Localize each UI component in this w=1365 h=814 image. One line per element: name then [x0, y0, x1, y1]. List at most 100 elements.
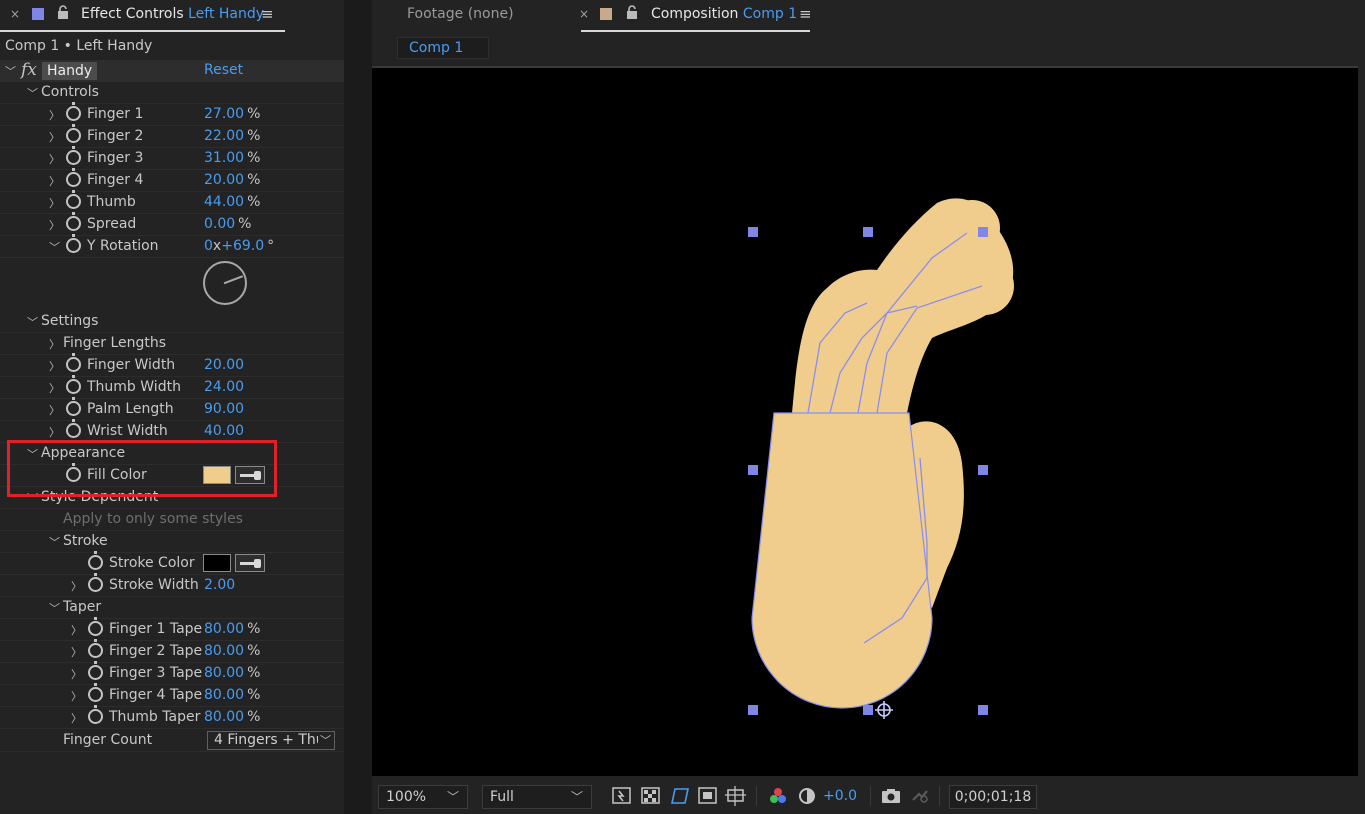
- twirl-chevron-icon[interactable]: 〉: [49, 217, 60, 233]
- stopwatch-icon[interactable]: [88, 661, 103, 680]
- group-finger-lengths[interactable]: 〉 Finger Lengths: [0, 333, 344, 355]
- fast-previews-icon[interactable]: [611, 786, 633, 806]
- param-value[interactable]: 44.00%: [204, 194, 260, 210]
- value-number[interactable]: 80.00: [204, 643, 244, 659]
- eyedropper-icon[interactable]: [235, 554, 265, 572]
- current-time-display[interactable]: 0;00;01;18: [949, 785, 1037, 809]
- exposure-value[interactable]: +0.0: [823, 788, 857, 804]
- param-value[interactable]: 0.00%: [204, 216, 251, 232]
- stopwatch-icon[interactable]: [66, 353, 81, 372]
- param-value[interactable]: 22.00%: [204, 128, 260, 144]
- stopwatch-icon[interactable]: [66, 146, 81, 165]
- twirl-chevron-icon[interactable]: 〉: [49, 380, 60, 396]
- eyedropper-icon[interactable]: [235, 466, 265, 484]
- twirl-chevron-icon[interactable]: 〉: [71, 710, 82, 726]
- stopwatch-icon[interactable]: [66, 463, 81, 482]
- twirl-chevron-icon[interactable]: 〉: [49, 129, 60, 145]
- twirl-chevron-icon[interactable]: ﹀: [27, 490, 38, 506]
- effect-name[interactable]: Handy: [42, 62, 98, 80]
- group-style-dependent[interactable]: ﹀ Style Dependent: [0, 487, 344, 509]
- twirl-chevron-icon[interactable]: ﹀: [27, 314, 38, 330]
- param-value[interactable]: 80.00%: [204, 643, 260, 659]
- param-value[interactable]: 24.00: [204, 379, 244, 395]
- twirl-chevron-icon[interactable]: 〉: [71, 622, 82, 638]
- stopwatch-icon[interactable]: [66, 419, 81, 438]
- twirl-chevron-icon[interactable]: ﹀: [27, 85, 38, 101]
- value-number[interactable]: 22.00: [204, 128, 244, 144]
- stopwatch-icon[interactable]: [88, 683, 103, 702]
- stopwatch-icon[interactable]: [66, 190, 81, 209]
- param-value[interactable]: 90.00: [204, 401, 244, 417]
- twirl-chevron-icon[interactable]: ﹀: [49, 600, 60, 616]
- param-value[interactable]: 80.00%: [204, 665, 260, 681]
- stopwatch-icon[interactable]: [66, 168, 81, 187]
- rotation-value[interactable]: 0x+69.0 °: [204, 238, 274, 254]
- value-number[interactable]: 80.00: [204, 621, 244, 637]
- twirl-chevron-icon[interactable]: ﹀: [49, 239, 60, 255]
- twirl-chevron-icon[interactable]: 〉: [49, 107, 60, 123]
- close-icon[interactable]: ×: [10, 7, 20, 21]
- twirl-chevron-icon[interactable]: 〉: [71, 666, 82, 682]
- value-number[interactable]: 80.00: [204, 687, 244, 703]
- finger-count-dropdown[interactable]: 4 Fingers + Thu ﹀: [207, 731, 335, 750]
- group-settings[interactable]: ﹀ Settings: [0, 311, 344, 333]
- value-number[interactable]: 44.00: [204, 194, 244, 210]
- tab-composition[interactable]: Composition Comp 1: [651, 6, 797, 22]
- param-value[interactable]: 20.00: [204, 357, 244, 373]
- twirl-chevron-icon[interactable]: 〉: [49, 173, 60, 189]
- transparency-grid-icon[interactable]: [640, 786, 662, 806]
- stopwatch-icon[interactable]: [88, 573, 103, 592]
- panel-menu-icon[interactable]: ≡: [261, 5, 274, 23]
- twirl-chevron-icon[interactable]: 〉: [71, 688, 82, 704]
- param-value[interactable]: 20.00%: [204, 172, 260, 188]
- value-number[interactable]: 31.00: [204, 150, 244, 166]
- group-stroke[interactable]: ﹀ Stroke: [0, 531, 344, 553]
- composition-viewer[interactable]: [372, 66, 1358, 776]
- value-number[interactable]: 27.00: [204, 106, 244, 122]
- stroke-color-swatch[interactable]: [203, 554, 231, 572]
- effect-controls-tab[interactable]: × Effect Controls Left Handy ≡: [0, 0, 344, 32]
- lock-icon[interactable]: [626, 5, 638, 22]
- param-value[interactable]: 80.00%: [204, 709, 260, 725]
- group-appearance[interactable]: ﹀ Appearance: [0, 443, 344, 465]
- twirl-chevron-icon[interactable]: 〉: [49, 358, 60, 374]
- param-value[interactable]: 31.00%: [204, 150, 260, 166]
- fx-toggle-icon[interactable]: fx: [21, 60, 37, 80]
- mask-visibility-icon[interactable]: [669, 786, 691, 806]
- twirl-chevron-icon[interactable]: 〉: [49, 402, 60, 418]
- rotation-dial[interactable]: [203, 261, 247, 305]
- param-value[interactable]: 80.00%: [204, 687, 260, 703]
- twirl-chevron-icon[interactable]: 〉: [49, 424, 60, 440]
- stopwatch-icon[interactable]: [66, 212, 81, 231]
- param-value[interactable]: 27.00%: [204, 106, 260, 122]
- guides-icon[interactable]: [725, 786, 747, 806]
- fill-color-swatch[interactable]: [203, 466, 231, 484]
- value-number[interactable]: 0.00: [204, 216, 235, 232]
- show-snapshot-icon[interactable]: [909, 786, 931, 806]
- close-icon[interactable]: ×: [579, 7, 589, 21]
- panel-divider[interactable]: [344, 0, 372, 814]
- stopwatch-icon[interactable]: [88, 551, 103, 570]
- panel-menu-icon[interactable]: ≡: [799, 5, 812, 23]
- color-channels-icon[interactable]: [767, 786, 789, 806]
- stopwatch-icon[interactable]: [66, 234, 81, 253]
- comp-breadcrumb-tab[interactable]: Comp 1: [397, 37, 489, 59]
- twirl-chevron-icon[interactable]: ﹀: [5, 63, 16, 79]
- revolutions[interactable]: 0: [204, 238, 213, 254]
- twirl-chevron-icon[interactable]: 〉: [49, 151, 60, 167]
- snapshot-icon[interactable]: [880, 786, 902, 806]
- value-number[interactable]: 80.00: [204, 665, 244, 681]
- twirl-chevron-icon[interactable]: 〉: [49, 336, 60, 352]
- twirl-chevron-icon[interactable]: ﹀: [49, 534, 60, 550]
- twirl-chevron-icon[interactable]: 〉: [71, 578, 82, 594]
- reset-exposure-icon[interactable]: [796, 786, 818, 806]
- lock-icon[interactable]: [57, 5, 69, 22]
- degrees[interactable]: +69.0: [221, 238, 264, 254]
- stopwatch-icon[interactable]: [88, 705, 103, 724]
- param-value[interactable]: 80.00%: [204, 621, 260, 637]
- twirl-chevron-icon[interactable]: 〉: [71, 644, 82, 660]
- stopwatch-icon[interactable]: [66, 102, 81, 121]
- stopwatch-icon[interactable]: [88, 617, 103, 636]
- twirl-chevron-icon[interactable]: ﹀: [27, 446, 38, 462]
- twirl-chevron-icon[interactable]: 〉: [49, 195, 60, 211]
